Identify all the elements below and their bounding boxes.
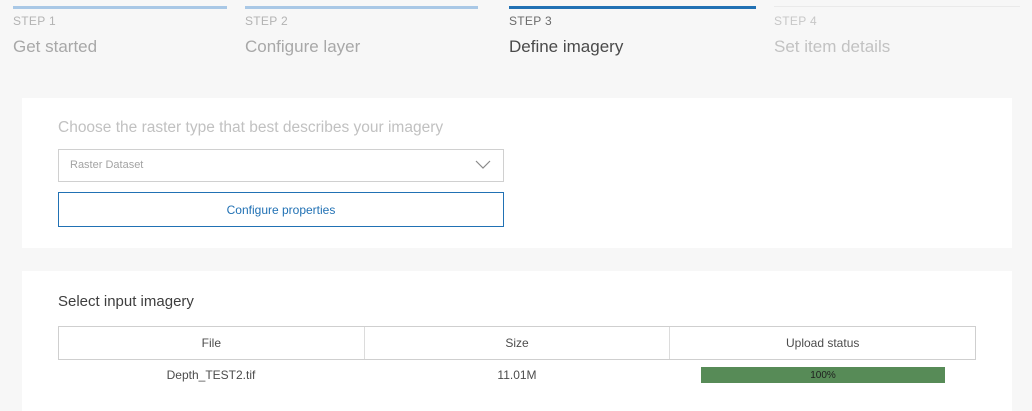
raster-type-select[interactable]: Raster Dataset [58,149,504,182]
step-title: Configure layer [245,37,361,56]
step-progress-bar [13,6,227,9]
table-header: File Size Upload status [58,326,976,360]
imagery-table: File Size Upload status Depth_TEST2.tif … [58,326,976,390]
raster-type-label: Choose the raster type that best describ… [58,119,444,136]
table-row[interactable]: Depth_TEST2.tif 11.01M 100% [58,360,976,390]
step-configure-layer[interactable]: STEP 2 Configure layer [245,6,478,66]
chevron-down-icon [475,160,491,169]
raster-type-card: Choose the raster type that best describ… [22,98,1012,248]
file-size-cell: 11.01M [497,368,537,382]
step-define-imagery[interactable]: STEP 3 Define imagery [509,6,756,66]
configure-properties-button[interactable]: Configure properties [58,192,504,227]
wizard-stepper: STEP 1 Get started STEP 2 Configure laye… [0,0,1032,90]
step-title: Set item details [774,37,891,56]
upload-status-cell: 100% [670,360,976,390]
step-set-item-details[interactable]: STEP 4 Set item details [774,6,1020,66]
step-progress-bar [509,6,756,9]
step-title: Get started [13,37,98,56]
step-number: STEP 2 [245,14,288,28]
column-header-file[interactable]: File [59,327,365,359]
upload-progress-bar: 100% [701,367,945,383]
input-imagery-card: Select input imagery File Size Upload st… [22,271,1012,411]
step-get-started[interactable]: STEP 1 Get started [13,6,227,66]
step-number: STEP 4 [774,14,817,28]
step-progress-bar [774,6,1020,7]
file-name-cell: Depth_TEST2.tif [166,368,256,382]
step-number: STEP 3 [509,14,552,28]
column-header-upload-status[interactable]: Upload status [670,327,975,359]
column-header-size[interactable]: Size [365,327,671,359]
upload-progress-label: 100% [810,369,836,381]
step-number: STEP 1 [13,14,56,28]
step-progress-bar [245,6,478,9]
step-title: Define imagery [509,37,624,56]
raster-type-select-value: Raster Dataset [70,159,144,171]
input-imagery-title: Select input imagery [58,293,194,310]
